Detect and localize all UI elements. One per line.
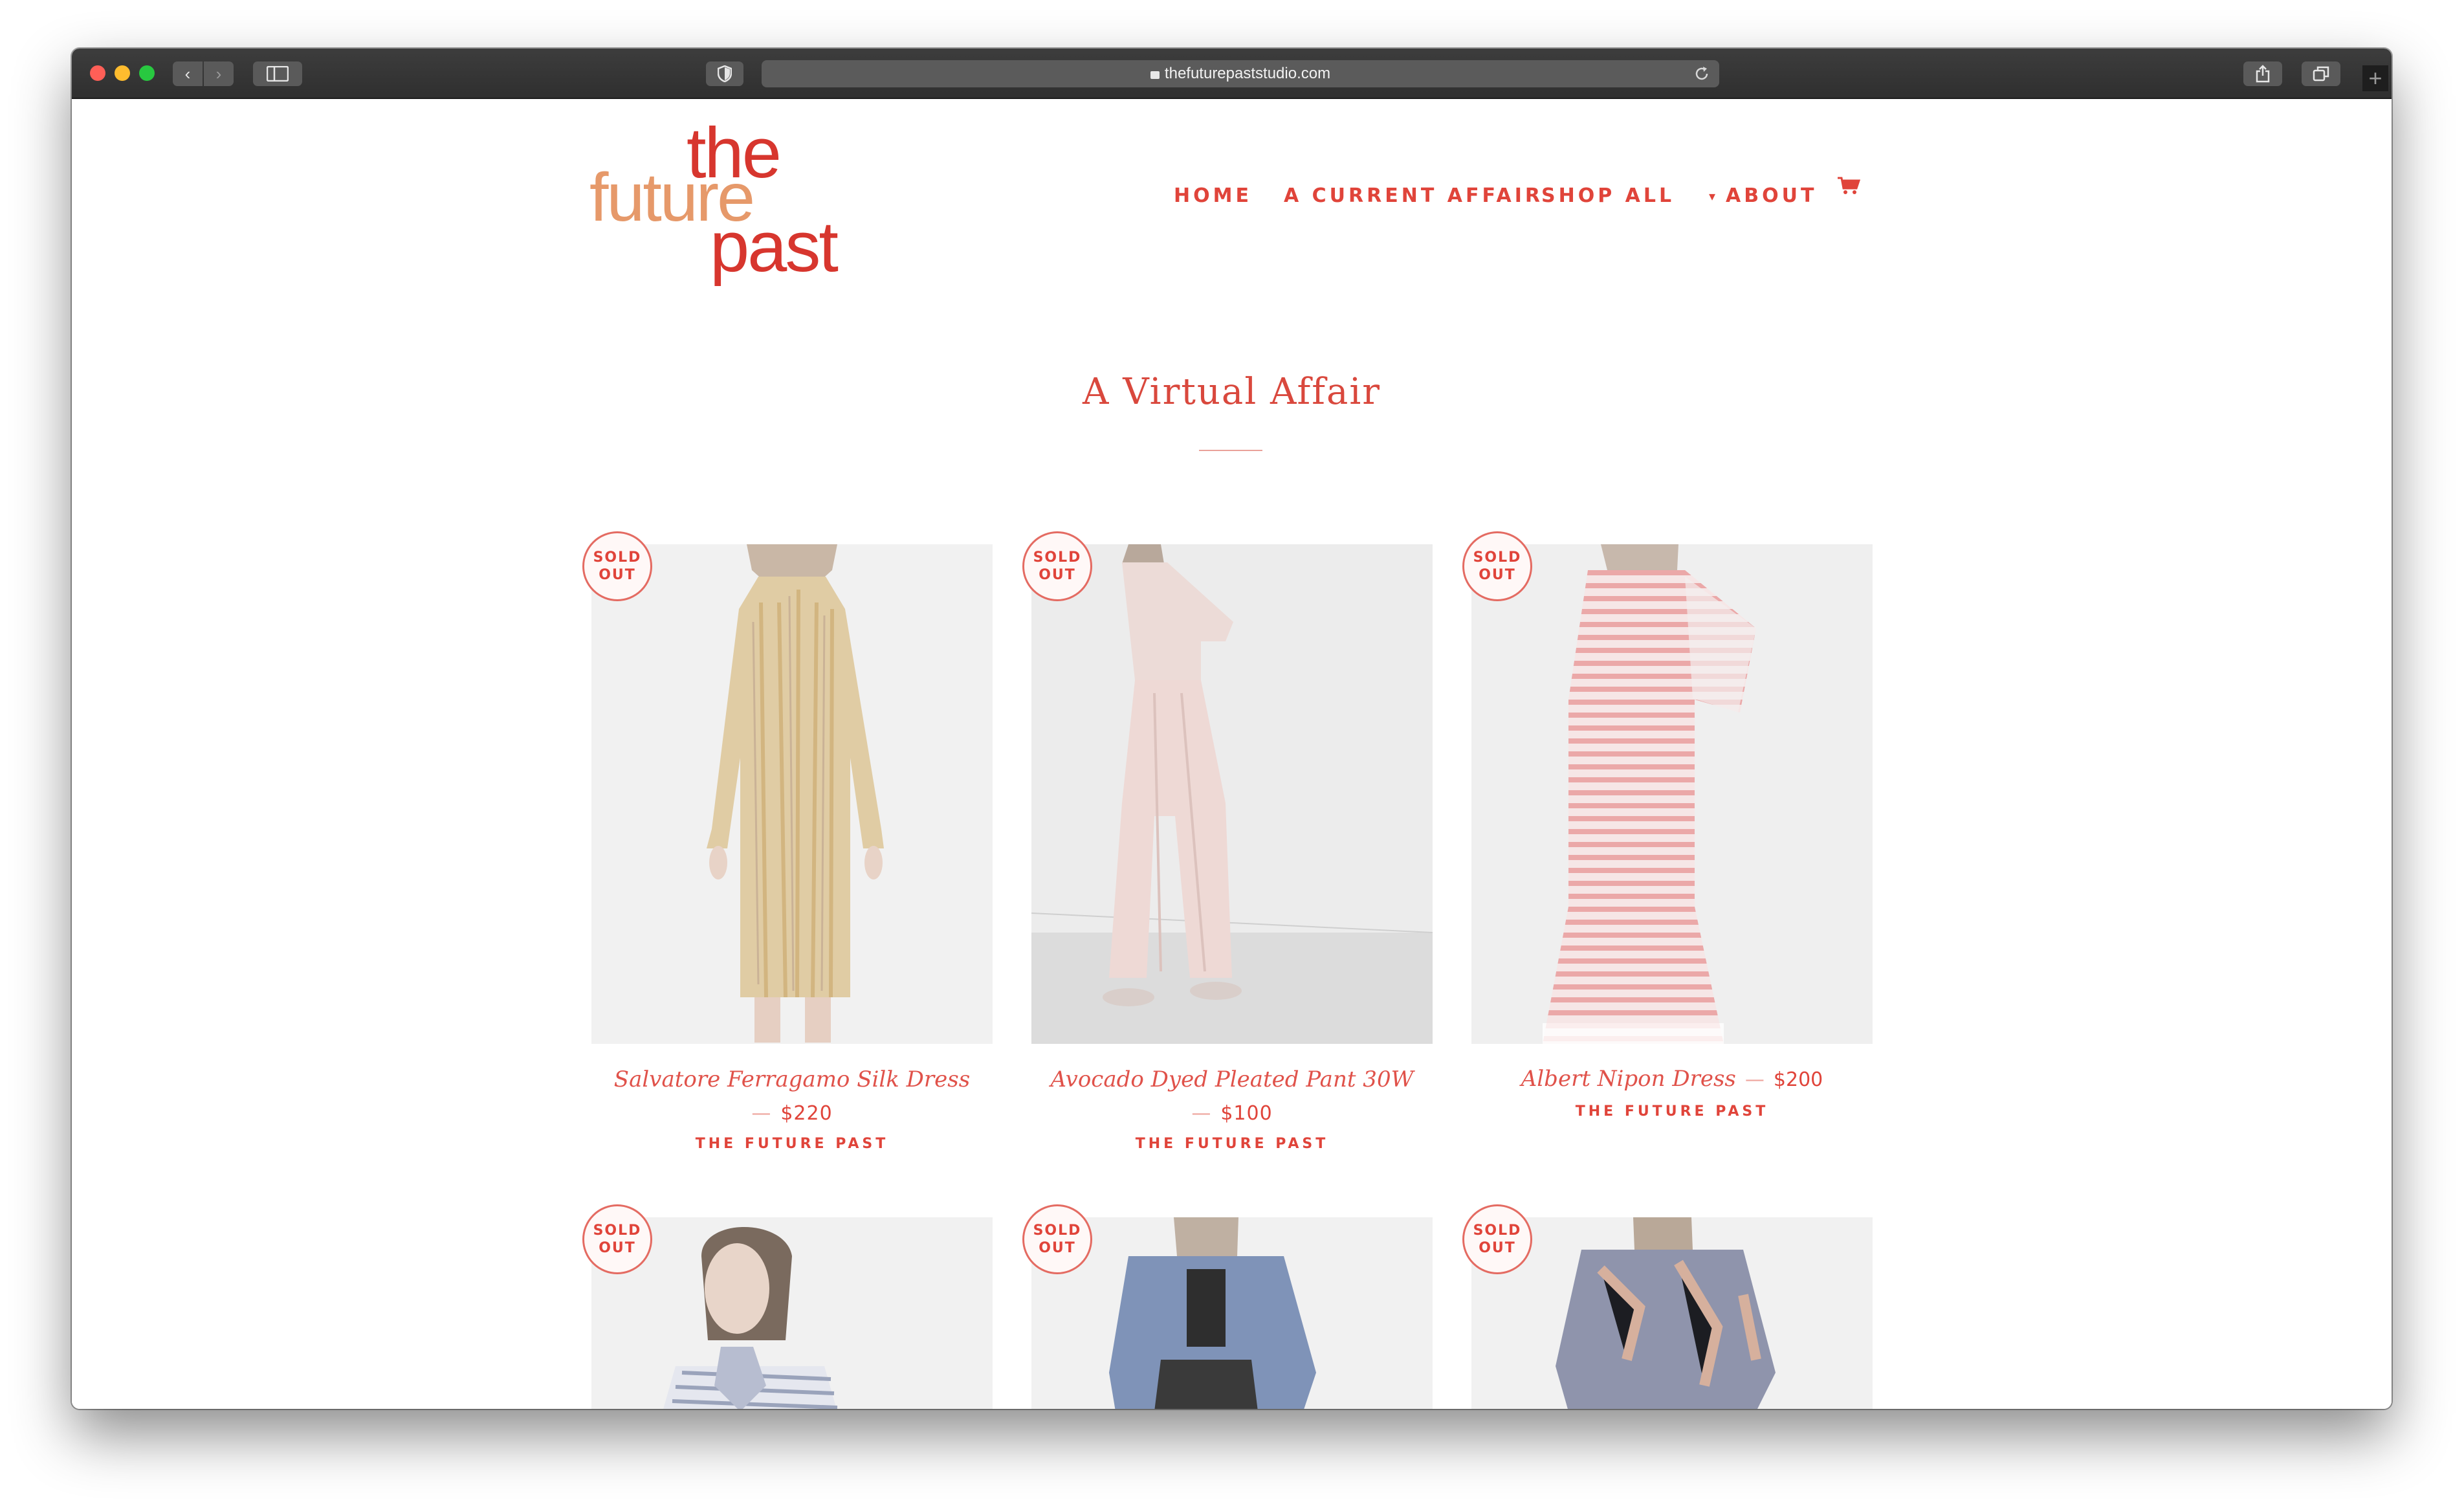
sold-out-badge: SOLD OUT xyxy=(582,531,652,601)
product-image[interactable] xyxy=(1031,544,1433,1044)
sold-out-badge: SOLD OUT xyxy=(1022,531,1092,601)
browser-toolbar: ‹ › thefuturepaststudio.com + xyxy=(72,49,2392,99)
sold-out-badge: SOLD OUT xyxy=(1462,1204,1532,1274)
main-nav: HOME A CURRENT AFFAIR SHOP ALL ▾ ABOUT xyxy=(72,177,2392,212)
browser-window: ‹ › thefuturepaststudio.com + the future… xyxy=(72,49,2392,1409)
close-window-button[interactable] xyxy=(90,65,105,81)
minimize-window-button[interactable] xyxy=(115,65,130,81)
reload-icon[interactable] xyxy=(1693,65,1710,82)
product-image[interactable] xyxy=(1471,544,1873,1044)
product-vendor: THE FUTURE PAST xyxy=(1575,1103,1769,1120)
sold-out-badge: SOLD OUT xyxy=(1022,1204,1092,1274)
tab-overview-button[interactable] xyxy=(2302,61,2340,86)
zoom-window-button[interactable] xyxy=(139,65,155,81)
product-price: $200 xyxy=(1773,1068,1823,1091)
product-name[interactable]: Salvatore Ferragamo Silk Dress xyxy=(591,1067,993,1092)
sidebar-icon xyxy=(266,65,289,82)
url-text: thefuturepaststudio.com xyxy=(1164,65,1331,82)
product-vendor: THE FUTURE PAST xyxy=(1135,1136,1329,1152)
address-bar[interactable]: thefuturepaststudio.com xyxy=(762,60,1719,87)
product-name[interactable]: Albert Nipon Dress xyxy=(1521,1066,1736,1092)
chevron-right-icon: › xyxy=(215,64,222,83)
share-icon xyxy=(2256,65,2270,83)
privacy-report-button[interactable] xyxy=(706,61,743,86)
shield-icon xyxy=(717,65,732,83)
back-button[interactable]: ‹ xyxy=(173,61,203,86)
product-name[interactable]: Avocado Dyed Pleated Pant 30W xyxy=(1031,1067,1433,1092)
forward-button[interactable]: › xyxy=(204,61,234,86)
product-image[interactable] xyxy=(1471,1217,1873,1409)
product-card[interactable]: SOLD OUT xyxy=(582,1204,993,1409)
plus-icon: + xyxy=(2368,65,2382,91)
product-card[interactable]: SOLD OUT Albert Nipon Dress — $200 THE FUTU… xyxy=(1462,531,1873,1159)
product-card[interactable]: SOLD OUT xyxy=(1022,1204,1433,1409)
logo-word-past: past xyxy=(710,207,839,287)
title-divider xyxy=(1199,450,1262,451)
share-button[interactable] xyxy=(2243,61,2282,86)
sold-out-badge: SOLD OUT xyxy=(1462,531,1532,601)
product-image[interactable] xyxy=(591,1217,993,1409)
product-card[interactable]: SOLD OUT Salvatore Ferragamo Silk Dress —… xyxy=(582,531,993,1159)
product-image[interactable] xyxy=(1031,1217,1433,1409)
sold-out-badge: SOLD OUT xyxy=(582,1204,652,1274)
sidebar-toggle-button[interactable] xyxy=(253,61,302,86)
nav-shop-all[interactable]: SHOP ALL xyxy=(1541,180,1675,212)
tabs-icon xyxy=(2313,66,2329,82)
product-image[interactable] xyxy=(591,544,993,1044)
product-card[interactable]: SOLD OUT Avocado Dyed Pleated Pant 30W — $… xyxy=(1022,531,1433,1159)
product-price: — $220 xyxy=(751,1102,833,1125)
nav-current-affair[interactable]: A CURRENT AFFAIR xyxy=(1284,180,1543,212)
product-info: Albert Nipon Dress — $200 xyxy=(1521,1066,1823,1092)
caret-down-icon[interactable]: ▾ xyxy=(1709,180,1715,212)
nav-about[interactable]: ABOUT xyxy=(1726,180,1817,212)
product-card[interactable]: SOLD OUT xyxy=(1462,1204,1873,1409)
cart-icon[interactable] xyxy=(1837,173,1861,206)
nav-home[interactable]: HOME xyxy=(1174,180,1252,212)
collection-title: A Virtual Affair xyxy=(1082,371,1381,413)
chevron-left-icon: ‹ xyxy=(184,64,191,83)
new-tab-button[interactable]: + xyxy=(2362,65,2388,91)
product-vendor: THE FUTURE PAST xyxy=(695,1136,889,1152)
lock-icon xyxy=(1150,71,1160,79)
product-price: — $100 xyxy=(1191,1102,1273,1125)
web-page: the future past HOME A CURRENT AFFAIR SH… xyxy=(72,99,2392,1409)
